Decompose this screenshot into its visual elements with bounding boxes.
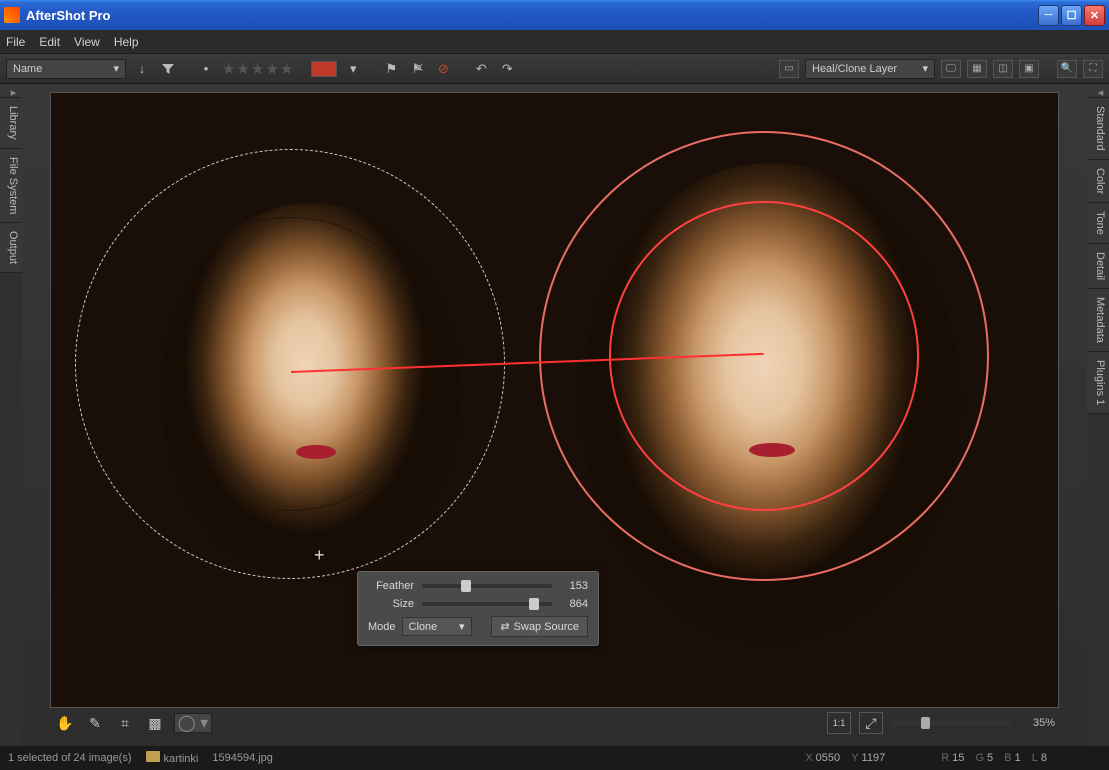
swap-icon: ⇄: [500, 620, 509, 633]
clone-source-region: [161, 203, 461, 583]
app-icon: [4, 7, 20, 23]
heal-clone-panel[interactable]: Feather 153 Size 864 Mode Clone ▾: [357, 571, 599, 646]
tab-plugins[interactable]: Plugins 1: [1087, 352, 1109, 414]
main-area: ▸ Library File System Output +: [0, 84, 1109, 746]
fullscreen-icon[interactable]: ⛶: [1083, 60, 1103, 78]
size-label: Size: [368, 598, 414, 610]
image-view-icon[interactable]: ▣: [1019, 60, 1039, 78]
zoom-percent: 35%: [1019, 717, 1055, 729]
tab-tone[interactable]: Tone: [1087, 203, 1109, 244]
folder-name: kartinki: [146, 751, 199, 765]
crop-tool-button[interactable]: ⌗: [114, 712, 136, 734]
chevron-down-icon: ▾: [459, 620, 465, 633]
chevron-down-icon[interactable]: ▾: [343, 59, 363, 79]
tab-output[interactable]: Output: [0, 223, 22, 273]
selection-status: 1 selected of 24 image(s): [8, 752, 132, 764]
grid-view-icon[interactable]: ▦: [967, 60, 987, 78]
flag-button[interactable]: ⚑: [381, 59, 401, 79]
filename: 1594594.jpg: [212, 752, 273, 764]
flag-clear-button[interactable]: ⊘: [433, 59, 453, 79]
menu-help[interactable]: Help: [114, 35, 139, 49]
menu-view[interactable]: View: [74, 35, 100, 49]
canvas-bottom-bar: ✋ ✎ ⌗ ▩ ◯ ▾ 1:1 ⤢ 35%: [50, 708, 1059, 738]
left-panel-tabs: ▸ Library File System Output: [0, 84, 22, 746]
size-value: 864: [560, 598, 588, 610]
tab-color[interactable]: Color: [1087, 160, 1109, 203]
menu-bar: File Edit View Help: [0, 30, 1109, 54]
feather-label: Feather: [368, 580, 414, 592]
fit-button[interactable]: ⤢: [859, 712, 883, 734]
folder-icon: [146, 751, 160, 762]
star-icon[interactable]: ★: [222, 60, 235, 78]
tab-file-system[interactable]: File System: [0, 149, 22, 223]
feather-slider[interactable]: [422, 584, 552, 588]
face-detail: [296, 445, 336, 459]
pixel-rgb: R15 G5 B1 L8: [933, 752, 1047, 764]
bullet-icon: •: [196, 59, 216, 79]
menu-file[interactable]: File: [6, 35, 25, 49]
split-view-icon[interactable]: ◫: [993, 60, 1013, 78]
color-label-swatch[interactable]: [311, 61, 337, 77]
image-canvas[interactable]: + Feather 153 Size 864 Mode: [50, 92, 1059, 708]
tab-library[interactable]: Library: [0, 98, 22, 149]
star-icon[interactable]: ★: [251, 60, 264, 78]
face-detail: [749, 443, 795, 457]
status-bar: 1 selected of 24 image(s) kartinki 15945…: [0, 746, 1109, 770]
cursor-coords: X0550 Y1197: [797, 752, 885, 764]
window-titlebar: AfterShot Pro ─ ☐ ✕: [0, 0, 1109, 30]
layers-icon[interactable]: ▭: [779, 60, 799, 78]
tab-metadata[interactable]: Metadata: [1087, 289, 1109, 352]
zoom-slider[interactable]: [891, 721, 1011, 725]
chevron-down-icon: ▾: [113, 62, 119, 75]
star-icon[interactable]: ★: [265, 60, 278, 78]
tab-standard[interactable]: Standard: [1087, 98, 1109, 160]
menu-edit[interactable]: Edit: [39, 35, 60, 49]
maximize-button[interactable]: ☐: [1061, 5, 1082, 26]
mode-label: Mode: [368, 621, 396, 633]
sort-label: Name: [13, 63, 42, 75]
mode-value: Clone: [409, 621, 438, 633]
size-slider[interactable]: [422, 602, 552, 606]
flag-reject-button[interactable]: ⚑✕: [407, 59, 427, 79]
monitor-icon[interactable]: 🖵: [941, 60, 961, 78]
tab-detail[interactable]: Detail: [1087, 244, 1109, 289]
window-controls: ─ ☐ ✕: [1038, 5, 1105, 26]
minimize-button[interactable]: ─: [1038, 5, 1059, 26]
close-button[interactable]: ✕: [1084, 5, 1105, 26]
filter-button[interactable]: [158, 59, 178, 79]
swap-source-button[interactable]: ⇄ Swap Source: [491, 616, 588, 637]
top-toolbar: Name ▾ ↓ • ★ ★ ★ ★ ★ ▾ ⚑ ⚑✕ ⊘ ↶ ↷ ▭ Heal…: [0, 54, 1109, 84]
feather-value: 153: [560, 580, 588, 592]
rating-stars[interactable]: ★ ★ ★ ★ ★: [222, 60, 293, 78]
actual-pixels-button[interactable]: 1:1: [827, 712, 851, 734]
canvas-area: + Feather 153 Size 864 Mode: [22, 84, 1087, 746]
sort-direction-button[interactable]: ↓: [132, 59, 152, 79]
sort-dropdown[interactable]: Name ▾: [6, 59, 126, 79]
redo-button[interactable]: ↷: [497, 59, 517, 79]
right-panel-tabs: ◂ Standard Color Tone Detail Metadata Pl…: [1087, 84, 1109, 746]
undo-button[interactable]: ↶: [471, 59, 491, 79]
region-tool-button[interactable]: ▩: [144, 712, 166, 734]
layer-dropdown[interactable]: Heal/Clone Layer ▾: [805, 59, 935, 79]
star-icon[interactable]: ★: [280, 60, 293, 78]
star-icon[interactable]: ★: [236, 60, 249, 78]
mode-dropdown[interactable]: Clone ▾: [402, 617, 472, 636]
collapse-left-icon[interactable]: ▸: [0, 84, 22, 98]
layer-label: Heal/Clone Layer: [812, 63, 897, 75]
white-balance-tool-button[interactable]: ✎: [84, 712, 106, 734]
shape-dropdown[interactable]: ◯ ▾: [174, 713, 212, 733]
clone-target-region: [581, 163, 961, 643]
swap-label: Swap Source: [514, 621, 579, 633]
chevron-down-icon: ▾: [922, 62, 928, 75]
collapse-right-icon[interactable]: ◂: [1087, 84, 1109, 98]
magnifier-icon[interactable]: 🔍: [1057, 60, 1077, 78]
pan-tool-button[interactable]: ✋: [54, 712, 76, 734]
window-title: AfterShot Pro: [26, 8, 1038, 23]
